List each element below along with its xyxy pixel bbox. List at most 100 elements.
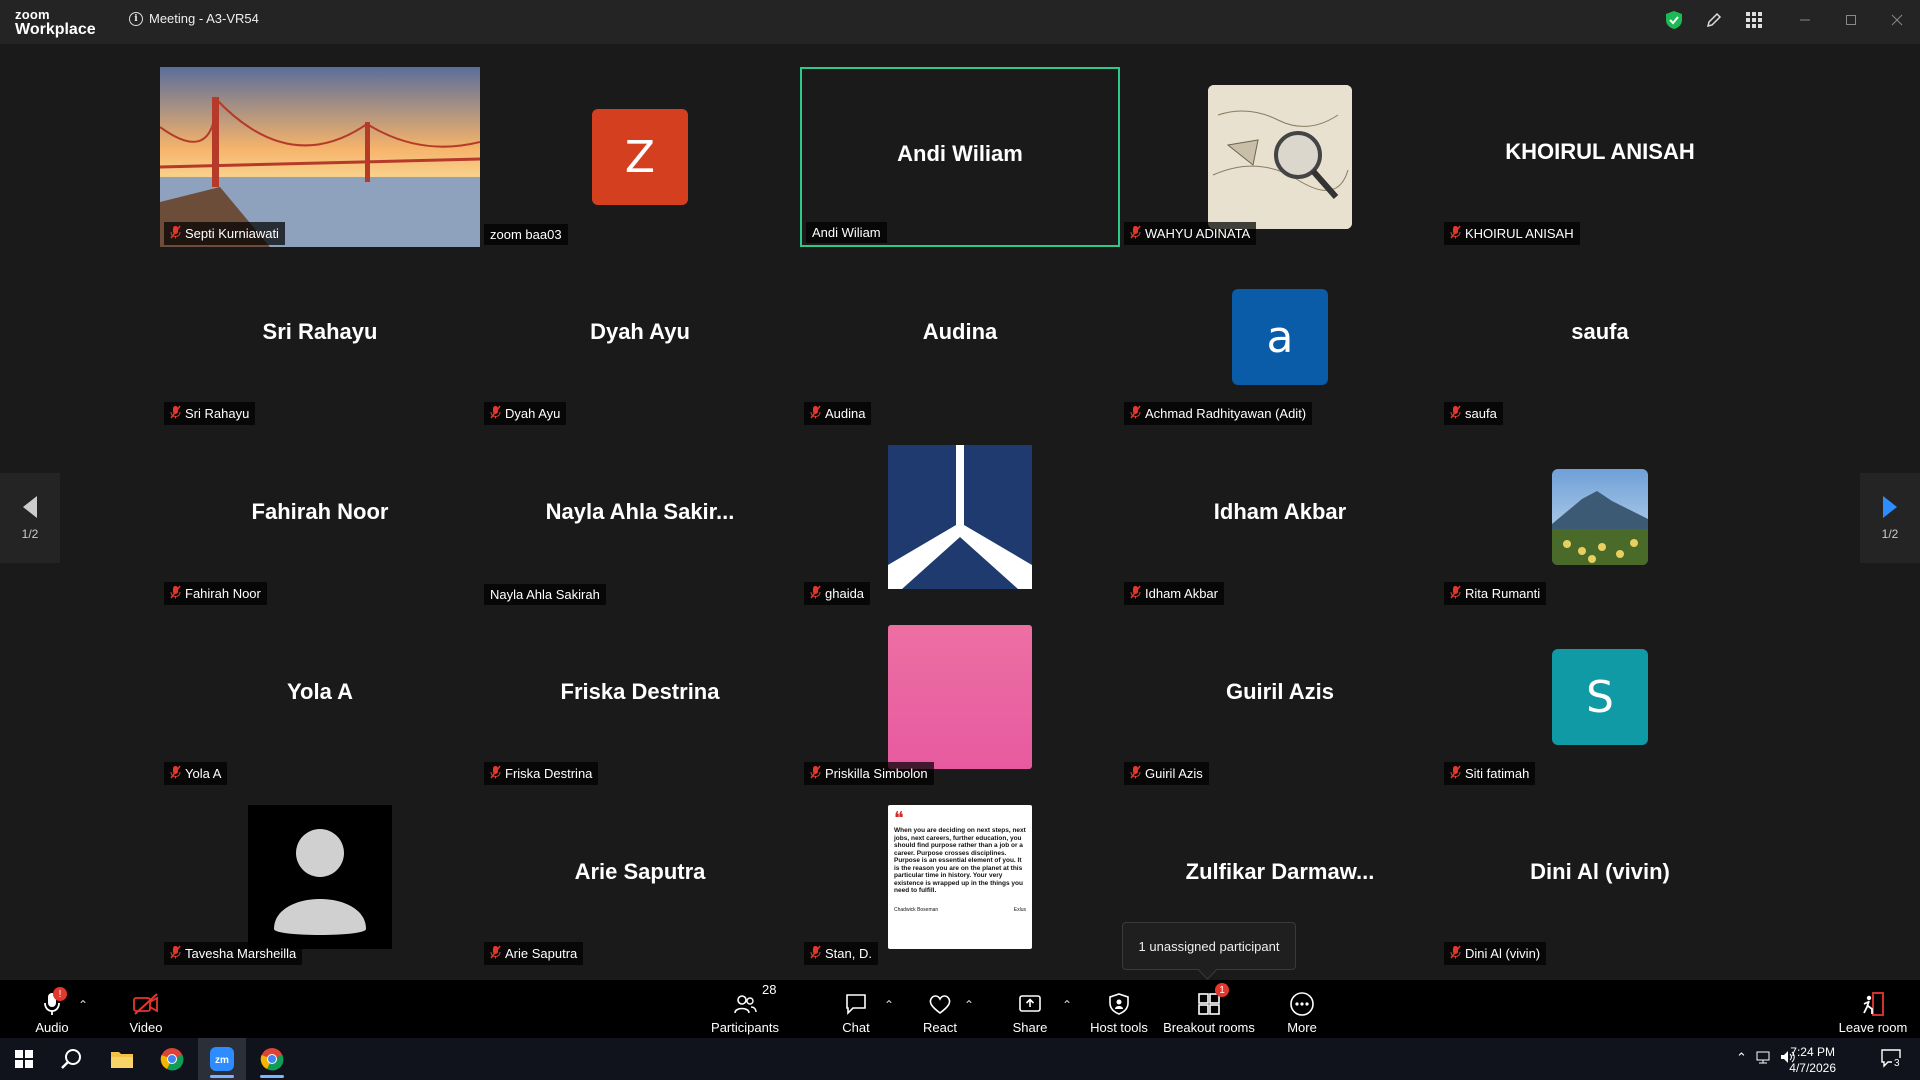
muted-microphone-icon [810,765,821,782]
zoom-app-button[interactable]: zm [198,1038,246,1080]
share-button[interactable]: Share [1010,980,1050,1038]
participant-tile[interactable]: Dini Al (vivin) Dini Al (vivin) [1440,787,1760,967]
muted-microphone-icon [1130,585,1141,602]
breakout-rooms-badge: 1 [1215,983,1229,997]
participant-tile[interactable]: Fahirah Noor Fahirah Noor [160,427,480,607]
video-off-icon [133,993,158,1015]
participant-display-name: saufa [1571,319,1629,344]
participant-name-label: zoom baa03 [484,224,568,245]
participant-tile[interactable]: saufa saufa [1440,247,1760,427]
meeting-title: Meeting - A3-VR54 [149,11,259,26]
more-button[interactable]: More [1282,980,1322,1038]
participant-display-name: Friska Destrina [560,679,720,704]
participant-name-label: Achmad Radhityawan (Adit) [1124,402,1313,425]
participant-name-label: Siti fatimah [1444,762,1536,785]
security-shield-icon[interactable] [1662,8,1686,32]
logo-image [888,445,1032,589]
participant-tile[interactable]: Idham Akbar Idham Akbar [1120,427,1440,607]
leave-room-button[interactable]: Leave room [1836,980,1910,1038]
participant-tile[interactable]: Yola A Yola A [160,607,480,787]
participant-tile[interactable]: KHOIRUL ANISAH KHOIRUL ANISAH [1440,67,1760,247]
participant-tile[interactable]: S Siti fatimah [1440,607,1760,787]
participant-tile[interactable]: Nayla Ahla Sakir... Nayla Ahla Sakirah [480,427,800,607]
previous-page-button[interactable]: 1/2 [0,473,60,563]
default-avatar [248,805,392,949]
participant-display-name: Audina [922,319,998,344]
muted-microphone-icon [490,945,501,962]
participant-display-name: Sri Rahayu [262,319,378,344]
share-options-caret[interactable]: ⌃ [1062,998,1072,1012]
chrome-profile-icon [260,1048,284,1071]
chat-options-caret[interactable]: ⌃ [884,998,894,1012]
muted-microphone-icon [1450,405,1461,422]
host-tools-button[interactable]: Host tools [1090,980,1148,1038]
minimize-button[interactable] [1782,0,1828,40]
participant-tile[interactable]: Septi Kurniawati [160,67,480,247]
heart-icon [929,995,951,1015]
participants-button[interactable]: 28 Participants [705,980,785,1038]
audio-options-caret[interactable]: ⌃ [78,998,88,1012]
apps-grid-icon[interactable] [1742,8,1766,32]
participant-tile[interactable]: a Achmad Radhityawan (Adit) [1120,247,1440,427]
chrome-window-button[interactable] [248,1038,296,1080]
muted-microphone-icon [1450,225,1461,242]
participant-name-label: Audina [804,402,872,425]
participant-tile[interactable]: Guiril Azis Guiril Azis [1120,607,1440,787]
unassigned-participant-tooltip: 1 unassigned participant [1122,922,1296,970]
participant-tile[interactable]: Dyah Ayu Dyah Ayu [480,247,800,427]
close-icon [1891,14,1903,26]
participant-name-label: saufa [1444,402,1503,425]
react-options-caret[interactable]: ⌃ [964,998,974,1012]
participant-name-label: Tavesha Marsheilla [164,942,303,965]
muted-microphone-icon [1450,585,1461,602]
meeting-info-button[interactable]: i Meeting - A3-VR54 [129,11,259,26]
participant-tile[interactable]: Sri Rahayu Sri Rahayu [160,247,480,427]
participant-name-label: Septi Kurniawati [164,222,285,245]
participant-tile[interactable]: Rita Rumanti [1440,427,1760,607]
participant-name-label: Dyah Ayu [484,402,567,425]
next-page-button[interactable]: 1/2 [1860,473,1920,563]
participant-tile[interactable]: Arie Saputra Arie Saputra [480,787,800,967]
participant-name-label: Yola A [164,762,228,785]
participant-tile[interactable]: Zzoom baa03 [480,67,800,247]
muted-microphone-icon [170,405,181,422]
participant-name-label: Andi Wiliam [806,222,887,243]
react-button[interactable]: React [920,980,960,1038]
search-button[interactable] [48,1038,96,1080]
participant-name-label: Arie Saputra [484,942,584,965]
participant-name-label: Stan, D. [804,942,878,965]
participants-icon [734,995,757,1014]
participant-tile[interactable]: Audina Audina [800,247,1120,427]
breakout-rooms-button[interactable]: 1 Breakout rooms [1163,980,1255,1038]
participant-tile[interactable]: WAHYU ADINATA [1120,67,1440,247]
muted-microphone-icon [170,585,181,602]
participant-tile[interactable]: Andi Wiliam Andi Wiliam [800,67,1120,247]
participant-tile[interactable]: ghaida [800,427,1120,607]
participant-name-label: Fahirah Noor [164,582,267,605]
participant-display-name: Arie Saputra [574,859,706,884]
participant-tile[interactable]: Friska Destrina Friska Destrina [480,607,800,787]
participant-tile[interactable]: ❝ When you are deciding on next steps, ne… [800,787,1120,967]
chat-button[interactable]: Chat [836,980,876,1038]
participant-tile[interactable]: Tavesha Marsheilla [160,787,480,967]
start-button[interactable] [0,1038,48,1080]
file-explorer-button[interactable] [98,1038,146,1080]
close-button[interactable] [1874,0,1920,40]
video-button[interactable]: Video [126,980,166,1038]
maximize-button[interactable] [1828,0,1874,40]
participant-tile[interactable]: Priskilla Simbolon [800,607,1120,787]
windows-taskbar: zm ⌃ 7:24 PM 4/7/2026 3 [0,1038,1920,1080]
notification-center-button[interactable]: 3 [1880,1048,1902,1071]
chrome-button[interactable] [148,1038,196,1080]
leave-door-icon [1863,992,1884,1016]
annotate-pen-icon[interactable] [1702,8,1726,32]
network-icon[interactable] [1756,1050,1772,1067]
participant-display-name: Zulfikar Darmaw... [1185,859,1375,884]
system-clock[interactable]: 7:24 PM 4/7/2026 [1789,1044,1836,1076]
muted-microphone-icon [810,585,821,602]
shield-icon [1109,993,1129,1015]
audio-button[interactable]: ! Audio [32,980,72,1038]
show-hidden-icons-button[interactable]: ⌃ [1736,1050,1747,1066]
title-bar: zoom Workplace i Meeting - A3-VR54 [0,0,1920,44]
more-icon [1290,992,1314,1016]
